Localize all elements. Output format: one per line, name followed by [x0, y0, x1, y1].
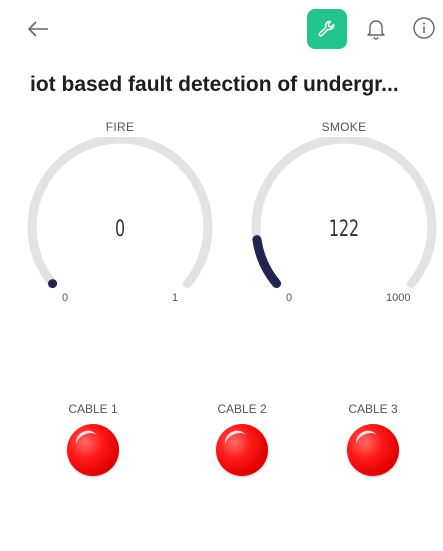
back-button[interactable]	[26, 16, 52, 42]
wrench-icon	[318, 20, 335, 37]
info-icon	[413, 17, 435, 39]
top-bar	[0, 0, 443, 60]
led-light	[347, 424, 399, 476]
settings-button[interactable]	[307, 9, 347, 49]
info-button[interactable]	[411, 15, 437, 41]
gauge-min: 0	[62, 292, 69, 304]
fire-gauge[interactable]: FIRE 0 0 1	[20, 112, 220, 327]
led-shine	[222, 427, 250, 454]
cable-3-indicator[interactable]: CABLE 3	[323, 400, 423, 480]
led-label: CABLE 3	[348, 402, 398, 416]
gauge-max: 1	[172, 292, 179, 304]
led-label: CABLE 2	[217, 402, 267, 416]
gauge-min: 0	[286, 292, 293, 304]
page-title: iot based fault detection of undergr...	[30, 73, 399, 96]
smoke-gauge[interactable]: SMOKE 122 0 1000	[244, 112, 443, 327]
led-light	[216, 424, 268, 476]
led-shine	[353, 427, 381, 454]
led-label: CABLE 1	[68, 402, 118, 416]
led-shine	[73, 427, 101, 454]
cable-2-indicator[interactable]: CABLE 2	[192, 400, 292, 480]
gauge-value: 0	[114, 217, 126, 242]
gauge-value: 122	[328, 217, 360, 242]
cable-1-indicator[interactable]: CABLE 1	[43, 400, 143, 480]
notifications-button[interactable]	[364, 16, 388, 42]
gauge-label: FIRE	[105, 120, 135, 134]
arrow-left-icon	[27, 21, 48, 37]
led-light	[67, 424, 119, 476]
gauge-track	[251, 137, 437, 289]
gauge-track	[27, 137, 213, 289]
gauge-label: SMOKE	[321, 120, 367, 134]
gauge-max: 1000	[386, 292, 411, 304]
gauge-fill	[252, 235, 282, 289]
bell-icon	[367, 20, 385, 40]
